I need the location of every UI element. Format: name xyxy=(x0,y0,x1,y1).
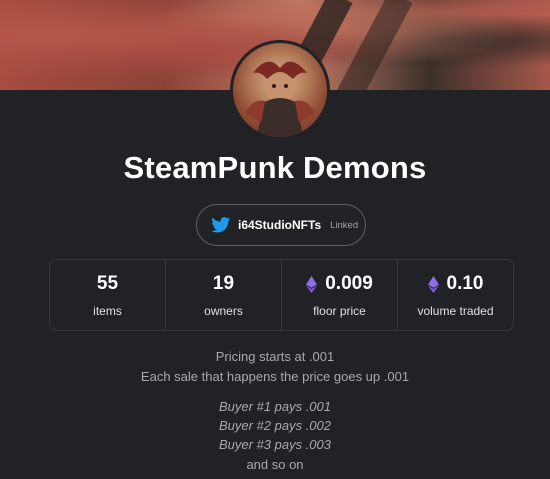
stat-floor-price: 0.009 floor price xyxy=(282,260,398,330)
stat-floor-price-label: floor price xyxy=(313,304,366,318)
demon-artwork-icon xyxy=(245,61,315,137)
collection-description: Pricing starts at .001 Each sale that ha… xyxy=(0,347,550,475)
description-example: Buyer #3 pays .003 xyxy=(218,437,332,452)
collection-stats: 55 items 19 owners 0.009 floor price 0.1… xyxy=(49,259,514,331)
twitter-icon xyxy=(211,217,231,233)
stat-owners-value: 19 xyxy=(212,273,235,294)
stat-volume-traded-label: volume traded xyxy=(417,304,494,318)
description-example: Buyer #2 pays .002 xyxy=(218,418,332,433)
stat-volume-traded-value: 0.10 xyxy=(446,273,484,294)
twitter-link-button[interactable]: i64StudioNFTs Linked xyxy=(196,204,366,246)
twitter-handle: i64StudioNFTs xyxy=(238,218,322,232)
stat-owners-label: owners xyxy=(204,304,243,318)
ethereum-icon xyxy=(427,275,439,293)
stat-volume-traded-row: 0.10 xyxy=(427,272,484,296)
stat-items-value: 55 xyxy=(96,273,119,294)
stat-volume-traded: 0.10 volume traded xyxy=(398,260,513,330)
collection-avatar[interactable] xyxy=(230,40,330,140)
description-line: Each sale that happens the price goes up… xyxy=(140,369,410,384)
stat-floor-price-row: 0.009 xyxy=(306,272,373,296)
twitter-linked-status: Linked xyxy=(330,219,359,231)
stat-owners: 19 owners xyxy=(166,260,282,330)
description-line: Pricing starts at .001 xyxy=(215,349,335,364)
description-example: Buyer #1 pays .001 xyxy=(218,399,332,414)
collection-title: SteamPunk Demons xyxy=(123,150,427,185)
stat-floor-price-value: 0.009 xyxy=(325,273,373,294)
stat-items-label: items xyxy=(93,304,122,318)
stat-items: 55 items xyxy=(50,260,166,330)
ethereum-icon xyxy=(306,275,318,293)
description-closing: and so on xyxy=(246,457,304,472)
